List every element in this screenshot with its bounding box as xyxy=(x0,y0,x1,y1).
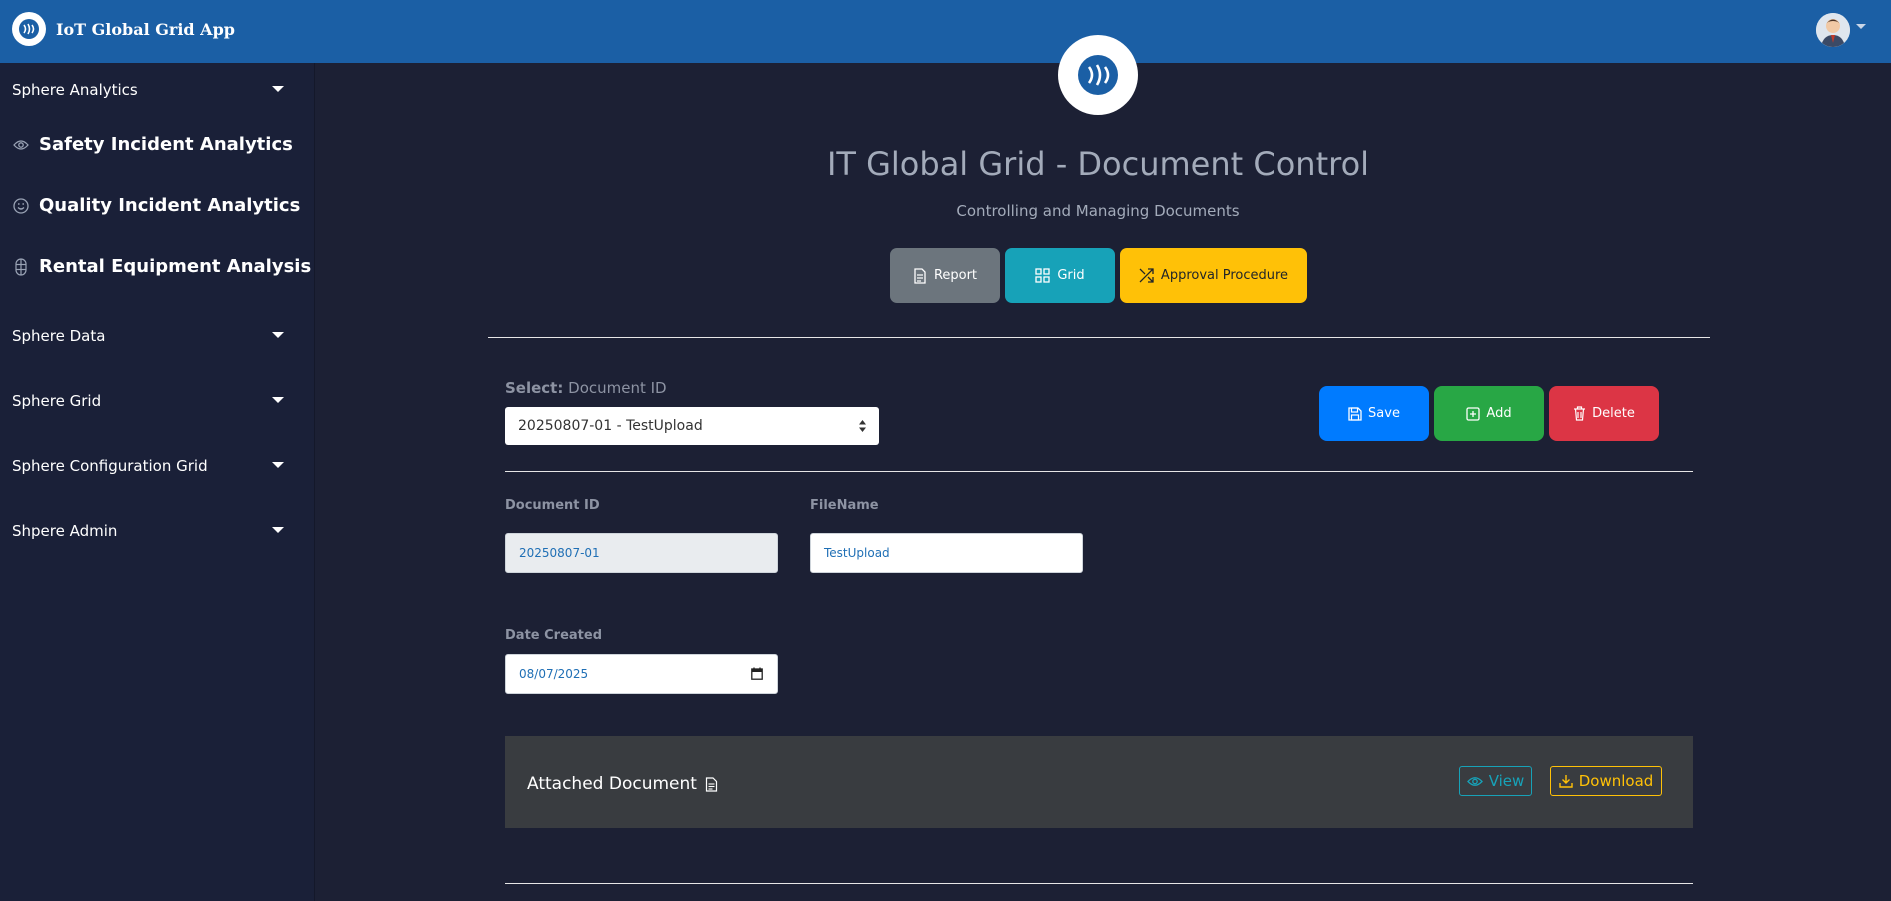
sidebar-section-shpere-admin[interactable]: Shpere Admin xyxy=(12,522,117,540)
date-created-field[interactable]: 08/07/2025 xyxy=(505,654,778,694)
select-label-text: Document ID xyxy=(568,379,667,397)
download-label: Download xyxy=(1578,772,1654,790)
user-avatar[interactable] xyxy=(1816,13,1850,47)
figma-icon xyxy=(12,257,30,276)
approval-label: Approval Procedure xyxy=(1160,268,1289,283)
sidebar-item-label: Rental Equipment Analysis xyxy=(39,256,312,277)
divider xyxy=(505,883,1693,884)
smile-icon xyxy=(12,197,30,215)
sidebar-section-sphere-grid[interactable]: Sphere Grid xyxy=(12,392,101,410)
download-icon xyxy=(1559,775,1573,788)
sidebar-item-label: Safety Incident Analytics xyxy=(39,134,293,155)
app-title: IoT Global Grid App xyxy=(56,19,235,39)
add-label: Add xyxy=(1486,406,1512,421)
chevron-down-icon[interactable] xyxy=(272,332,284,338)
chevron-down-icon[interactable] xyxy=(272,86,284,92)
chevron-down-icon[interactable] xyxy=(1856,24,1866,29)
chevron-down-icon[interactable] xyxy=(272,462,284,468)
file-text-icon xyxy=(914,267,926,284)
eye-icon xyxy=(1466,776,1483,786)
save-button[interactable]: Save xyxy=(1319,386,1429,441)
page-logo-icon xyxy=(1058,35,1138,115)
divider xyxy=(505,471,1693,472)
attached-document-panel: Attached Document View Download xyxy=(505,736,1693,828)
document-select[interactable]: 20250807-01 - TestUpload xyxy=(505,407,879,445)
filename-label: FileName xyxy=(810,498,879,513)
document-id-value: 20250807-01 xyxy=(519,546,600,560)
filename-value: TestUpload xyxy=(824,546,890,560)
sidebar-item-label: Quality Incident Analytics xyxy=(39,195,301,216)
delete-label: Delete xyxy=(1592,406,1635,421)
save-icon xyxy=(1348,406,1362,421)
view-label: View xyxy=(1488,772,1525,790)
add-button[interactable]: Add xyxy=(1434,386,1544,441)
sidebar-item-safety-incident-analytics[interactable]: Safety Incident Analytics xyxy=(12,134,293,155)
document-icon xyxy=(705,776,718,792)
app-logo-icon xyxy=(12,12,46,46)
plus-square-icon xyxy=(1466,406,1481,421)
attached-document-label: Attached Document xyxy=(527,774,697,794)
grid-icon xyxy=(1035,268,1050,283)
brand[interactable]: IoT Global Grid App xyxy=(12,12,235,46)
shuffle-icon xyxy=(1139,268,1154,283)
sidebar-item-quality-incident-analytics[interactable]: Quality Incident Analytics xyxy=(12,195,300,216)
chevron-down-icon[interactable] xyxy=(272,527,284,533)
calendar-icon[interactable] xyxy=(751,667,763,680)
sidebar-item-rental-equipment-analysis[interactable]: Rental Equipment Analysis xyxy=(12,256,311,277)
document-select-value: 20250807-01 - TestUpload xyxy=(518,418,703,434)
sidebar-section-sphere-analytics[interactable]: Sphere Analytics xyxy=(12,81,138,99)
trash-icon xyxy=(1574,406,1586,421)
select-arrows-icon xyxy=(859,420,866,432)
view-button[interactable]: View xyxy=(1459,766,1532,796)
date-created-label: Date Created xyxy=(505,628,602,643)
divider xyxy=(488,337,1710,338)
report-label: Report xyxy=(933,268,978,283)
document-id-label: Document ID xyxy=(505,498,600,513)
chevron-down-icon[interactable] xyxy=(272,397,284,403)
grid-label: Grid xyxy=(1057,268,1085,283)
attached-document-title: Attached Document xyxy=(527,774,718,794)
save-label: Save xyxy=(1368,406,1400,421)
document-id-field[interactable]: 20250807-01 xyxy=(505,533,778,573)
sidebar-section-sphere-configuration-grid[interactable]: Sphere Configuration Grid xyxy=(12,457,208,475)
top-navbar: IoT Global Grid App xyxy=(0,0,1891,63)
select-label: Select: Document ID xyxy=(505,379,667,397)
sidebar-section-sphere-data[interactable]: Sphere Data xyxy=(12,327,105,345)
sidebar: Sphere Analytics Safety Incident Analyti… xyxy=(0,63,315,901)
download-button[interactable]: Download xyxy=(1550,766,1662,796)
eye-icon xyxy=(12,136,30,154)
page-subtitle: Controlling and Managing Documents xyxy=(956,202,1240,220)
approval-procedure-button[interactable]: Approval Procedure xyxy=(1120,248,1307,303)
grid-button[interactable]: Grid xyxy=(1005,248,1115,303)
select-label-bold: Select: xyxy=(505,379,564,397)
page-title: IT Global Grid - Document Control xyxy=(826,145,1370,183)
filename-field[interactable]: TestUpload xyxy=(810,533,1083,573)
delete-button[interactable]: Delete xyxy=(1549,386,1659,441)
report-button[interactable]: Report xyxy=(890,248,1000,303)
date-created-value: 08/07/2025 xyxy=(519,667,589,681)
